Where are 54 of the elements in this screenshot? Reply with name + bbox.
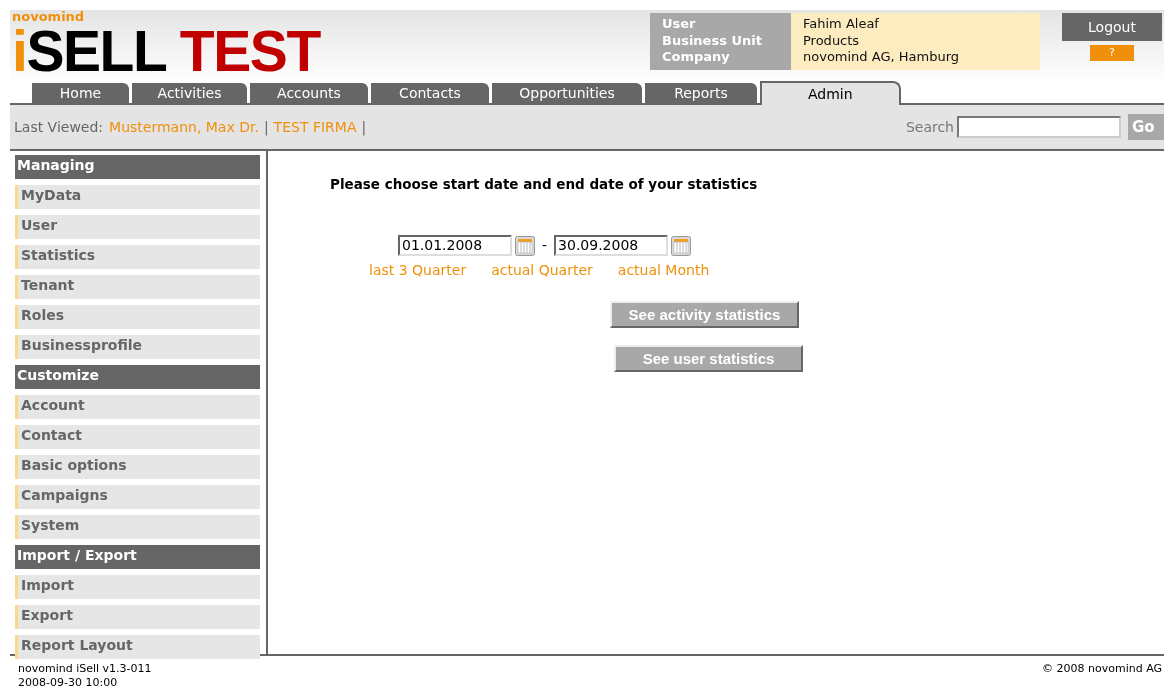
- nav-tab[interactable]: Activities: [132, 83, 247, 103]
- info-value: novomind AG, Hamburg: [803, 49, 960, 66]
- version-text: novomind iSell v1.3-011: [18, 662, 152, 676]
- sidebar-item[interactable]: Businessprofile: [15, 335, 260, 359]
- date-separator: -: [542, 236, 548, 256]
- sidebar-item[interactable]: Account: [15, 395, 260, 419]
- statistics-button[interactable]: See user statistics: [614, 345, 803, 373]
- info-value: Fahim Aleaf: [803, 16, 880, 33]
- sidebar-item[interactable]: Campaigns: [15, 485, 260, 509]
- nav-tab[interactable]: Reports: [645, 83, 757, 103]
- info-label: Business Unit: [662, 32, 763, 49]
- end-date-field[interactable]: 30.09.2008: [554, 235, 669, 257]
- statistics-button[interactable]: See activity statistics: [610, 301, 799, 329]
- info-label: Company: [662, 49, 731, 66]
- calendar-icon[interactable]: [671, 235, 692, 256]
- separator: |: [263, 117, 269, 138]
- date-preset-link[interactable]: actual Quarter: [491, 260, 593, 282]
- start-date-field[interactable]: 01.01.2008: [398, 235, 512, 257]
- copyright-text: © 2008 novomind AG: [1042, 662, 1162, 677]
- help-button[interactable]: ?: [1090, 45, 1134, 61]
- logout-button[interactable]: Logout: [1062, 13, 1162, 41]
- nav-tab[interactable]: Accounts: [250, 83, 368, 103]
- info-label: User: [662, 16, 697, 33]
- search-field[interactable]: [957, 116, 1121, 138]
- sidebar-section-header: Managing: [15, 155, 260, 179]
- nav-tab[interactable]: Admin: [760, 81, 901, 105]
- separator: |: [361, 117, 367, 138]
- sidebar-item[interactable]: Report Layout: [15, 635, 260, 659]
- nav-tab[interactable]: Contacts: [371, 83, 489, 103]
- logo: iSELL TEST: [12, 24, 322, 78]
- search-label: Search: [905, 117, 954, 137]
- calendar-icon[interactable]: [515, 235, 535, 256]
- go-button[interactable]: Go: [1128, 114, 1164, 140]
- date-preset-link[interactable]: last 3 Quarter: [369, 260, 467, 282]
- brand-name: novomind: [12, 10, 86, 24]
- last-viewed-label: Last Viewed:: [14, 117, 104, 137]
- nav-tab[interactable]: Opportunities: [492, 83, 642, 103]
- sidebar-item[interactable]: Statistics: [15, 245, 260, 269]
- sidebar-item[interactable]: Roles: [15, 305, 260, 329]
- sidebar-item[interactable]: Export: [15, 605, 260, 629]
- sidebar-item[interactable]: Import: [15, 575, 260, 599]
- timestamp-text: 2008-09-30 10:00: [18, 676, 119, 690]
- nav-tab[interactable]: Home: [32, 83, 129, 103]
- sidebar-item[interactable]: Contact: [15, 425, 260, 449]
- sidebar-item[interactable]: MyData: [15, 185, 260, 209]
- sidebar-section-header: Import / Export: [15, 545, 260, 569]
- sidebar-item[interactable]: System: [15, 515, 260, 539]
- info-value: Products: [803, 32, 861, 49]
- instruction-heading: Please choose start date and end date of your statistics: [330, 175, 759, 194]
- sidebar-item[interactable]: Tenant: [15, 275, 260, 299]
- sidebar-section-header: Customize: [15, 365, 260, 389]
- date-preset-link[interactable]: actual Month: [617, 260, 710, 282]
- sidebar-item[interactable]: User: [15, 215, 260, 239]
- sidebar-item[interactable]: Basic options: [15, 455, 260, 479]
